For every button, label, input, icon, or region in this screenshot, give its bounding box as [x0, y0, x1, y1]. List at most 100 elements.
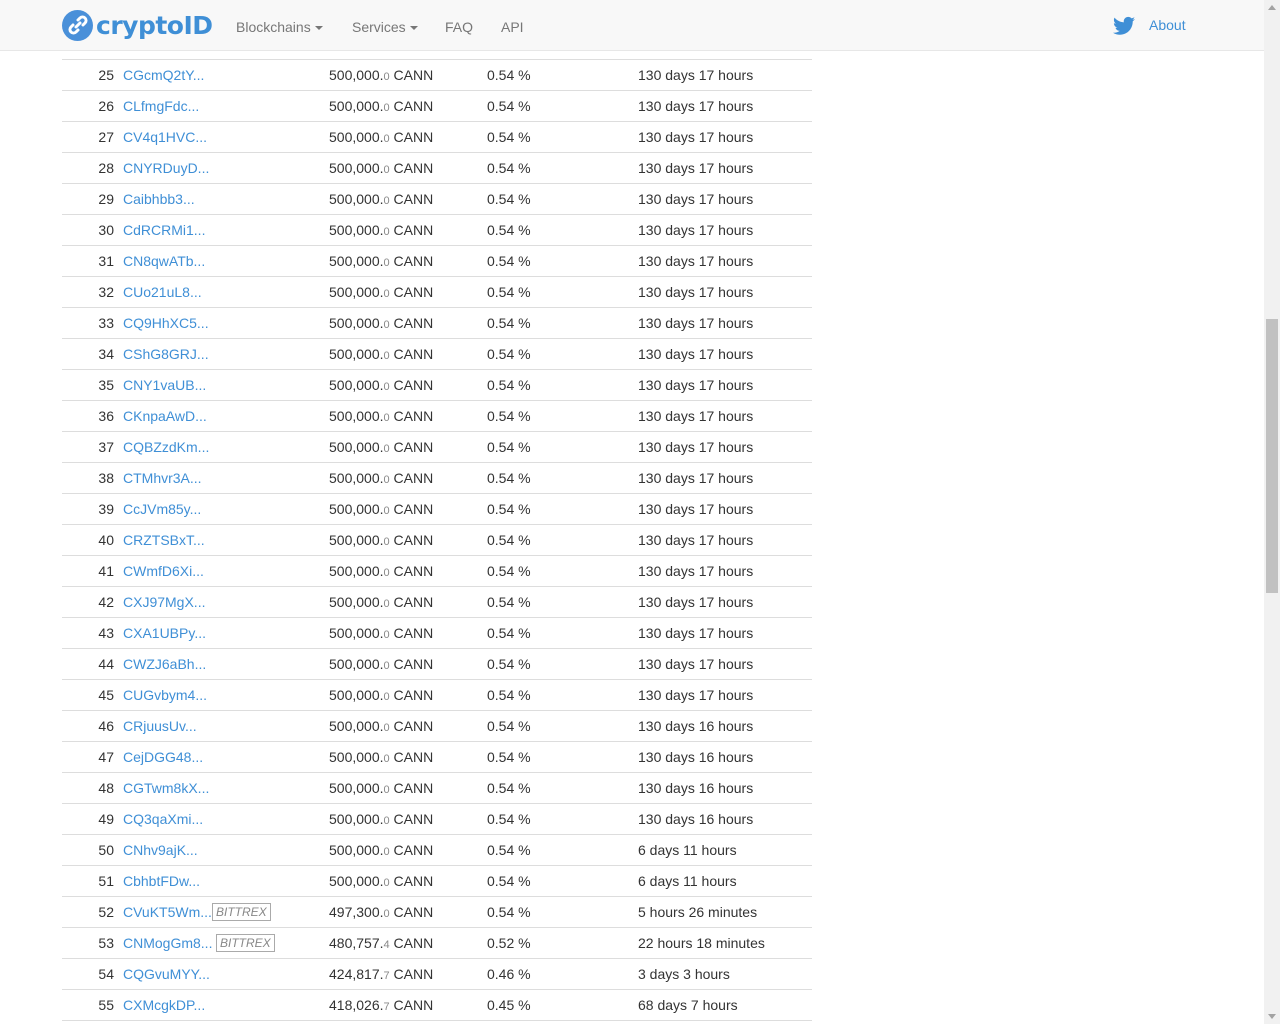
balance-amount: 500,000.0 CANN — [329, 401, 433, 433]
nav-api-link[interactable]: API — [501, 0, 524, 50]
amount-decimal: 7 — [383, 1001, 390, 1013]
balance-age: 6 days 11 hours — [638, 873, 737, 889]
balance-amount: 500,000.0 CANN — [329, 432, 433, 464]
address-link[interactable]: CWZJ6aBh... — [123, 649, 206, 679]
address-link[interactable]: CNhv9ajK... — [123, 835, 198, 865]
amount-integer: 500,000. — [329, 222, 384, 238]
table-row: 27 CV4q1HVC... 500,000.0 CANN 0.54 % 130 day… — [62, 121, 812, 152]
address-link[interactable]: CTMhvr3A... — [123, 463, 202, 493]
row-rank: 27 — [98, 129, 114, 145]
address-link[interactable]: CdRCRMi1... — [123, 215, 205, 245]
address-link[interactable]: CejDGG48... — [123, 742, 203, 772]
address-link[interactable]: CRZTSBxT... — [123, 525, 205, 555]
amount-decimal: 0 — [383, 319, 390, 331]
address-link[interactable]: CGTwm8kX... — [123, 773, 209, 803]
amount-unit: CANN — [393, 842, 434, 858]
address-link[interactable]: CRjuusUv... — [123, 711, 197, 741]
address-link[interactable]: CQBZzdKm... — [123, 432, 209, 462]
row-rank: 54 — [98, 966, 114, 982]
address-link[interactable]: CNYRDuyD... — [123, 153, 209, 183]
address-link[interactable]: CShG8GRJ... — [123, 339, 209, 369]
nav-faq-link[interactable]: FAQ — [445, 0, 473, 50]
balance-percent: 0.54 % — [487, 501, 531, 517]
row-rank: 52 — [98, 904, 114, 920]
caret-down-icon — [409, 26, 418, 31]
balance-age: 5 hours 26 minutes — [638, 904, 758, 920]
scrollbar-thumb[interactable] — [1266, 319, 1278, 593]
balance-age: 130 days 17 hours — [638, 408, 754, 424]
address-link[interactable]: CGcmQ2tY... — [123, 60, 204, 90]
address-link[interactable]: CUo21uL8... — [123, 277, 202, 307]
caret-down-icon — [314, 26, 323, 31]
address-link[interactable]: CVuKT5Wm... — [123, 897, 212, 927]
balance-age: 130 days 16 hours — [638, 780, 754, 796]
table-row: 44 CWZJ6aBh... 500,000.0 CANN 0.54 % 130 day… — [62, 648, 812, 679]
amount-decimal: 7 — [383, 970, 390, 982]
address-link[interactable]: CXMcgkDP... — [123, 990, 205, 1020]
address-link[interactable]: CV4q1HVC... — [123, 122, 207, 152]
row-rank: 32 — [98, 284, 114, 300]
balance-percent: 0.54 % — [487, 904, 531, 920]
address-link[interactable]: CNY1vaUB... — [123, 370, 206, 400]
amount-integer: 500,000. — [329, 749, 384, 765]
balance-percent: 0.54 % — [487, 873, 531, 889]
address-link[interactable]: CKnpaAwD... — [123, 401, 207, 431]
about-link[interactable]: About — [1149, 0, 1186, 50]
row-rank: 47 — [98, 749, 114, 765]
address-link[interactable]: CLfmgFdc... — [123, 91, 199, 121]
scroll-up-arrow-icon[interactable] — [1268, 5, 1276, 10]
amount-unit: CANN — [393, 284, 434, 300]
amount-unit: CANN — [393, 625, 434, 641]
balance-percent: 0.45 % — [487, 997, 531, 1013]
address-link[interactable]: CbhbtFDw... — [123, 866, 200, 896]
scroll-down-arrow-icon[interactable] — [1268, 1014, 1276, 1019]
address-link[interactable]: CNMogGm8... — [123, 928, 212, 958]
address-link[interactable]: Caibhbb3... — [123, 184, 195, 214]
address-link[interactable]: CcJVm85y... — [123, 494, 201, 524]
address-link[interactable]: CXA1UBPy... — [123, 618, 206, 648]
amount-integer: 500,000. — [329, 594, 384, 610]
amount-integer: 497,300. — [329, 904, 384, 920]
address-link[interactable]: CN8qwATb... — [123, 246, 205, 276]
row-rank: 51 — [98, 873, 114, 889]
amount-decimal: 0 — [383, 71, 390, 83]
address-link[interactable]: CUGvbym4... — [123, 680, 207, 710]
balance-amount: 497,300.0 CANN — [329, 897, 433, 929]
amount-decimal: 0 — [383, 102, 390, 114]
table-row: 31 CN8qwATb... 500,000.0 CANN 0.54 % 130 day… — [62, 245, 812, 276]
cryptoid-logo[interactable]: cryptoID — [62, 9, 213, 41]
amount-decimal: 0 — [383, 722, 390, 734]
nav-services-dropdown[interactable]: Services — [352, 0, 418, 50]
balance-amount: 424,817.7 CANN — [329, 959, 433, 991]
amount-decimal: 0 — [383, 257, 390, 269]
table-row: 50 CNhv9ajK... 500,000.0 CANN 0.54 % 6 days … — [62, 834, 812, 865]
balance-age: 130 days 17 hours — [638, 563, 754, 579]
balance-age: 68 days 7 hours — [638, 997, 738, 1013]
nav-blockchains-dropdown[interactable]: Blockchains — [236, 0, 323, 50]
page-scrollbar[interactable] — [1264, 0, 1280, 1024]
amount-unit: CANN — [393, 470, 434, 486]
amount-unit: CANN — [393, 253, 434, 269]
table-row: 35 CNY1vaUB... 500,000.0 CANN 0.54 % 130 day… — [62, 369, 812, 400]
twitter-icon[interactable] — [1113, 16, 1135, 36]
amount-unit: CANN — [393, 377, 434, 393]
row-rank: 31 — [98, 253, 114, 269]
address-link[interactable]: CQ3qaXmi... — [123, 804, 203, 834]
balance-percent: 0.54 % — [487, 408, 531, 424]
balance-percent: 0.54 % — [487, 718, 531, 734]
balance-age: 130 days 17 hours — [638, 284, 754, 300]
balance-amount: 500,000.0 CANN — [329, 587, 433, 619]
balance-amount: 500,000.0 CANN — [329, 680, 433, 712]
address-link[interactable]: CQGvuMYY... — [123, 959, 210, 989]
amount-decimal: 0 — [383, 474, 390, 486]
amount-unit: CANN — [393, 315, 434, 331]
balance-percent: 0.54 % — [487, 377, 531, 393]
balance-age: 130 days 17 hours — [638, 315, 754, 331]
address-link[interactable]: CXJ97MgX... — [123, 587, 205, 617]
table-row: 25 CGcmQ2tY... 500,000.0 CANN 0.54 % 130 day… — [62, 59, 812, 90]
address-link[interactable]: CQ9HhXC5... — [123, 308, 209, 338]
address-link[interactable]: CWmfD6Xi... — [123, 556, 204, 586]
row-rank: 30 — [98, 222, 114, 238]
balance-amount: 500,000.0 CANN — [329, 711, 433, 743]
exchange-tag: BITTREX — [212, 903, 271, 921]
